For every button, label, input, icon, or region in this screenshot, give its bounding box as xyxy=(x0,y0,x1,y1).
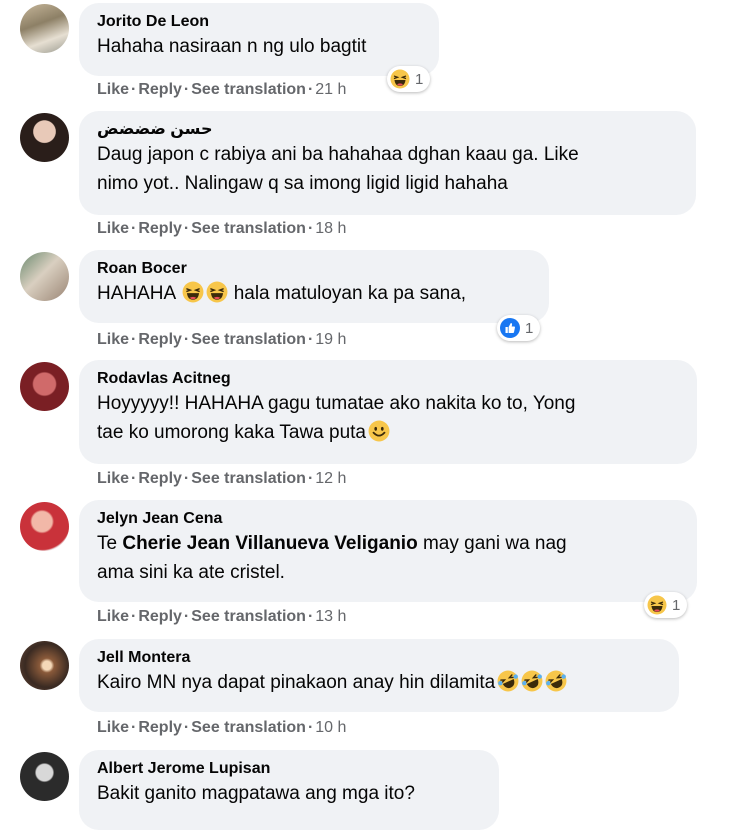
comment-actions: Like · Reply · See translation · 13 h xyxy=(97,608,347,625)
rofl-emoji-icon xyxy=(497,670,519,692)
rofl-emoji-icon xyxy=(545,670,567,692)
like-link[interactable]: Like xyxy=(97,331,129,348)
commenter-name[interactable]: Jorito De Leon xyxy=(97,12,421,32)
comment-bubble: Roan Bocer HAHAHA hala matuloyan ka pa s… xyxy=(79,250,549,323)
like-link[interactable]: Like xyxy=(97,220,129,237)
reply-link[interactable]: Reply xyxy=(138,719,182,736)
comment-text: HAHAHA hala matuloyan ka pa sana, xyxy=(97,279,531,308)
reaction-count: 1 xyxy=(415,70,424,88)
reaction-count: 1 xyxy=(672,596,681,614)
haha-emoji-icon xyxy=(182,281,204,303)
comment-actions: Like · Reply · See translation · 12 h xyxy=(97,470,347,487)
timestamp[interactable]: 12 h xyxy=(315,470,346,487)
comment-actions: Like · Reply · See translation · 19 h xyxy=(97,331,347,348)
comment-text-part: HAHAHA xyxy=(97,283,176,304)
comment-bubble: Jorito De Leon Hahaha nasiraan n ng ulo … xyxy=(79,3,439,76)
commenter-name[interactable]: Jelyn Jean Cena xyxy=(97,509,679,529)
reply-link[interactable]: Reply xyxy=(138,470,182,487)
comment-text: Kairo MN nya dapat pinakaon anay hin dil… xyxy=(97,668,661,697)
comment-text-line: ama sini ka ate cristel. xyxy=(97,562,285,583)
smile-emoji-icon xyxy=(368,420,390,442)
reaction-count-badge[interactable]: 1 xyxy=(497,315,541,341)
commenter-name[interactable]: Jell Montera xyxy=(97,648,661,668)
reaction-count: 1 xyxy=(525,319,534,337)
comment-text-line: nimo yot.. Nalingaw q sa imong ligid lig… xyxy=(97,173,508,194)
like-link[interactable]: Like xyxy=(97,81,129,98)
commenter-name[interactable]: حسن ضضضض xyxy=(97,120,678,140)
commenter-name[interactable]: Roan Bocer xyxy=(97,259,531,279)
avatar[interactable] xyxy=(20,752,69,801)
commenter-name[interactable]: Albert Jerome Lupisan xyxy=(97,759,481,779)
see-translation-link[interactable]: See translation xyxy=(191,331,306,348)
comment-text-part: Kairo MN nya dapat pinakaon anay hin dil… xyxy=(97,672,496,693)
like-reaction-icon xyxy=(500,318,520,338)
comment-text-part: may gani wa nag xyxy=(422,533,567,554)
avatar[interactable] xyxy=(20,641,69,690)
avatar[interactable] xyxy=(20,113,69,162)
like-link[interactable]: Like xyxy=(97,719,129,736)
comment-text-line: Daug japon c rabiya ani ba hahahaa dghan… xyxy=(97,144,579,165)
reply-link[interactable]: Reply xyxy=(138,608,182,625)
timestamp[interactable]: 13 h xyxy=(315,608,346,625)
see-translation-link[interactable]: See translation xyxy=(191,81,306,98)
comment-actions: Like · Reply · See translation · 21 h xyxy=(97,81,347,98)
comment-actions: Like · Reply · See translation · 18 h xyxy=(97,220,347,237)
see-translation-link[interactable]: See translation xyxy=(191,220,306,237)
comment-text: Hahaha nasiraan n ng ulo bagtit xyxy=(97,36,367,57)
comment-text-line: Hoyyyyy!! HAHAHA gagu tumatae ako nakita… xyxy=(97,393,576,414)
rofl-emoji-icon xyxy=(521,670,543,692)
comment-bubble: Albert Jerome Lupisan Bakit ganito magpa… xyxy=(79,750,499,830)
comment-bubble: Jell Montera Kairo MN nya dapat pinakaon… xyxy=(79,639,679,712)
comment-text-part: Te xyxy=(97,533,118,554)
comment-text-line: Te Cherie Jean Villanueva Veliganio may … xyxy=(97,529,679,558)
avatar[interactable] xyxy=(20,4,69,53)
reaction-count-badge[interactable]: 1 xyxy=(387,66,431,92)
avatar[interactable] xyxy=(20,502,69,551)
see-translation-link[interactable]: See translation xyxy=(191,719,306,736)
comment-bubble: Rodavlas Acitneg Hoyyyyy!! HAHAHA gagu t… xyxy=(79,360,697,464)
haha-reaction-icon xyxy=(647,595,667,615)
reply-link[interactable]: Reply xyxy=(138,220,182,237)
comment-text-line: tae ko umorong kaka Tawa puta xyxy=(97,418,679,447)
see-translation-link[interactable]: See translation xyxy=(191,470,306,487)
commenter-name[interactable]: Rodavlas Acitneg xyxy=(97,369,679,389)
reaction-count-badge[interactable]: 1 xyxy=(644,592,688,618)
haha-reaction-icon xyxy=(390,69,410,89)
mentioned-user-link[interactable]: Cherie Jean Villanueva Veliganio xyxy=(122,533,417,554)
timestamp[interactable]: 10 h xyxy=(315,719,346,736)
timestamp[interactable]: 18 h xyxy=(315,220,346,237)
like-link[interactable]: Like xyxy=(97,470,129,487)
comment-bubble: Jelyn Jean Cena Te Cherie Jean Villanuev… xyxy=(79,500,697,602)
comment-text-part: hala matuloyan ka pa sana, xyxy=(233,283,467,304)
comment-bubble: حسن ضضضض Daug japon c rabiya ani ba haha… xyxy=(79,111,696,215)
avatar[interactable] xyxy=(20,252,69,301)
reply-link[interactable]: Reply xyxy=(138,331,182,348)
comment-text: Bakit ganito magpatawa ang mga ito? xyxy=(97,783,415,804)
avatar[interactable] xyxy=(20,362,69,411)
like-link[interactable]: Like xyxy=(97,608,129,625)
timestamp[interactable]: 21 h xyxy=(315,81,346,98)
reply-link[interactable]: Reply xyxy=(138,81,182,98)
timestamp[interactable]: 19 h xyxy=(315,331,346,348)
comment-actions: Like · Reply · See translation · 10 h xyxy=(97,719,347,736)
haha-emoji-icon xyxy=(206,281,228,303)
comment-text-part: tae ko umorong kaka Tawa puta xyxy=(97,422,366,443)
see-translation-link[interactable]: See translation xyxy=(191,608,306,625)
